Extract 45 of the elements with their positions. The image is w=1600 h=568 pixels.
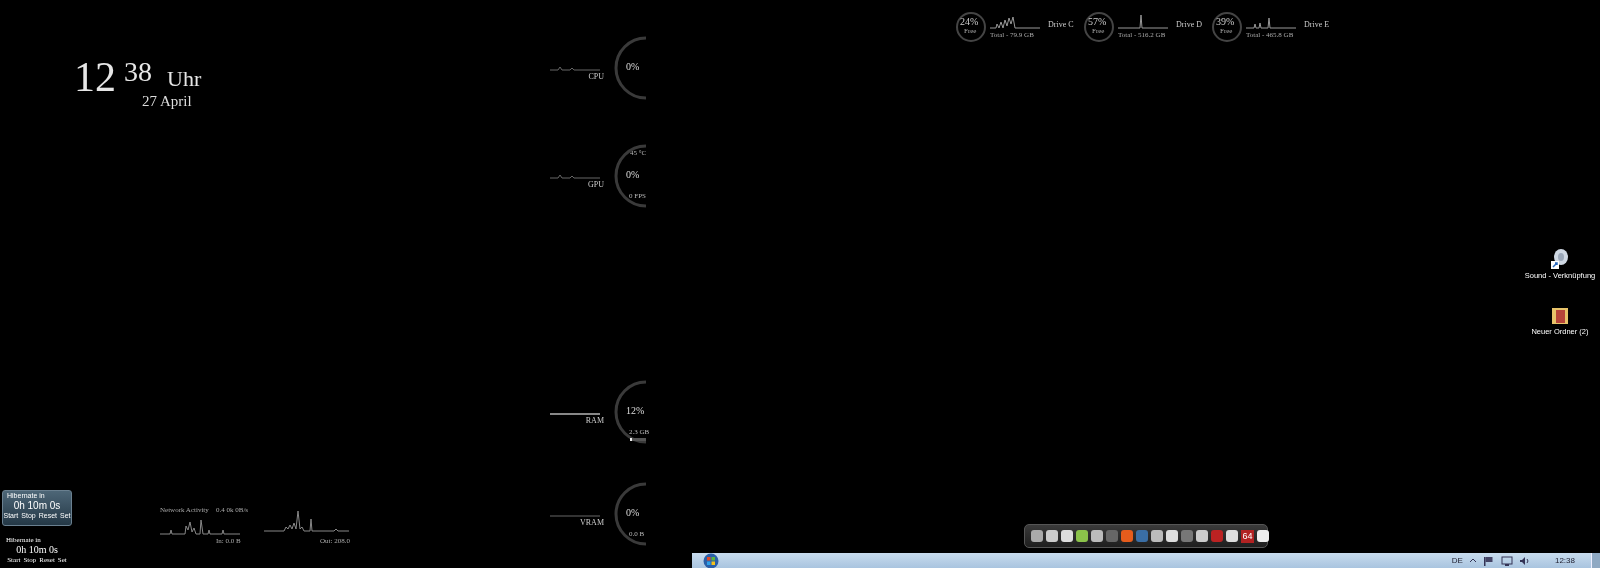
app-icon[interactable] <box>1196 530 1208 542</box>
drive-percent: 24% <box>960 17 979 27</box>
gauge-label: VRAM <box>580 518 604 527</box>
drive-name: Drive E <box>1304 20 1330 29</box>
app-icon[interactable] <box>1091 530 1103 542</box>
caret-icon[interactable] <box>1468 556 1477 565</box>
drive-ring <box>1084 12 1114 42</box>
language-indicator[interactable]: DE <box>1451 556 1463 565</box>
drive-ring <box>1212 12 1242 42</box>
flag-icon[interactable] <box>1482 555 1495 566</box>
gauge-value: 0% <box>626 169 640 180</box>
clock-date: 27 April <box>142 93 192 109</box>
timer-countdown: 0h 10m 0s <box>13 500 61 512</box>
gauge-label: GPU <box>588 180 604 189</box>
app-icon[interactable] <box>1061 530 1073 542</box>
drive-activity-graph <box>1118 14 1170 30</box>
gauge-value: 12% <box>626 405 645 416</box>
volume-icon[interactable] <box>1518 555 1531 566</box>
network-icon[interactable] <box>1500 555 1513 566</box>
app-icon[interactable] <box>1151 530 1163 542</box>
app-icon[interactable]: 64 <box>1241 529 1254 543</box>
app-icon[interactable] <box>1166 530 1178 542</box>
clock-minute: 38 <box>124 58 152 86</box>
app-icon[interactable] <box>1226 530 1238 542</box>
app-icon[interactable] <box>1046 530 1058 542</box>
usage-graph <box>550 174 601 179</box>
speaker-shortcut-icon[interactable] <box>1550 248 1570 270</box>
drive-name: Drive C <box>1048 20 1074 29</box>
gauge-label: RAM <box>585 416 604 425</box>
usage-graph <box>550 66 601 71</box>
gauge-label: CPU <box>588 72 604 81</box>
timer-countdown: 0h 10m 0s <box>16 544 58 556</box>
gauge-value: 0% <box>626 61 640 72</box>
taskbar-clock[interactable]: 12:38 <box>1554 556 1575 565</box>
app-icon[interactable] <box>1076 530 1088 542</box>
drive-percent: 57% <box>1088 17 1107 27</box>
drive-activity-graph <box>990 14 1042 30</box>
drive-ring <box>956 12 986 42</box>
clock-suffix: Uhr <box>167 68 202 90</box>
clock-hour: 12 <box>74 56 116 98</box>
app-icon[interactable] <box>1031 530 1043 542</box>
drive-percent: 39% <box>1216 17 1235 27</box>
gauge-value: 0% <box>626 507 640 518</box>
app-icon[interactable] <box>1121 530 1133 542</box>
drive-name: Drive D <box>1176 20 1202 29</box>
